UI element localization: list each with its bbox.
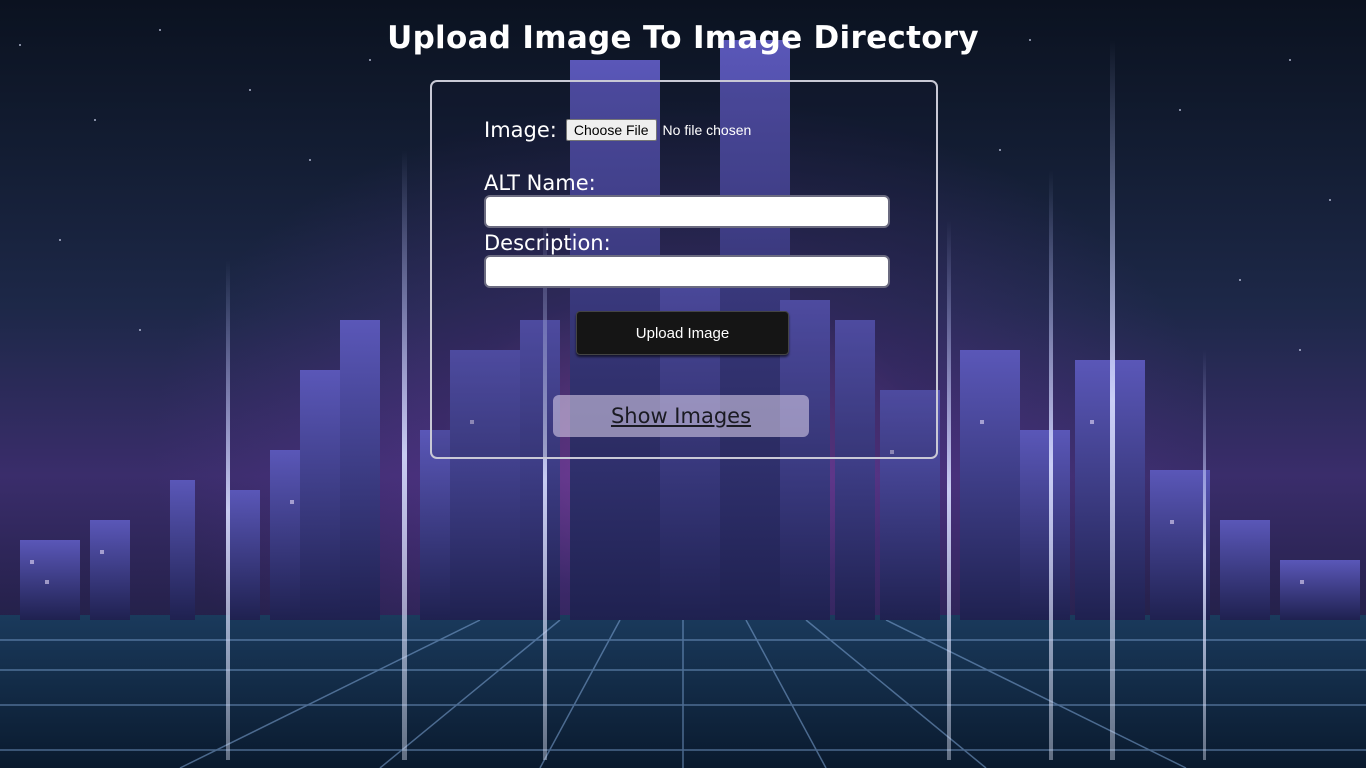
show-images-link[interactable]: Show Images [611,404,751,428]
choose-file-button[interactable]: Choose File [565,119,657,141]
upload-form-panel: Image: Choose File No file chosen ALT Na… [430,80,938,459]
alt-name-input[interactable] [484,195,890,228]
alt-name-label: ALT Name: [484,171,596,195]
page-title: Upload Image To Image Directory [387,20,979,56]
image-row: Image: Choose File No file chosen [484,118,751,142]
image-label: Image: [484,118,557,142]
show-images-container: Show Images [553,395,809,437]
description-input[interactable] [484,255,890,288]
upload-image-button[interactable]: Upload Image [576,311,789,355]
description-label: Description: [484,231,611,255]
file-status-text: No file chosen [662,122,752,138]
